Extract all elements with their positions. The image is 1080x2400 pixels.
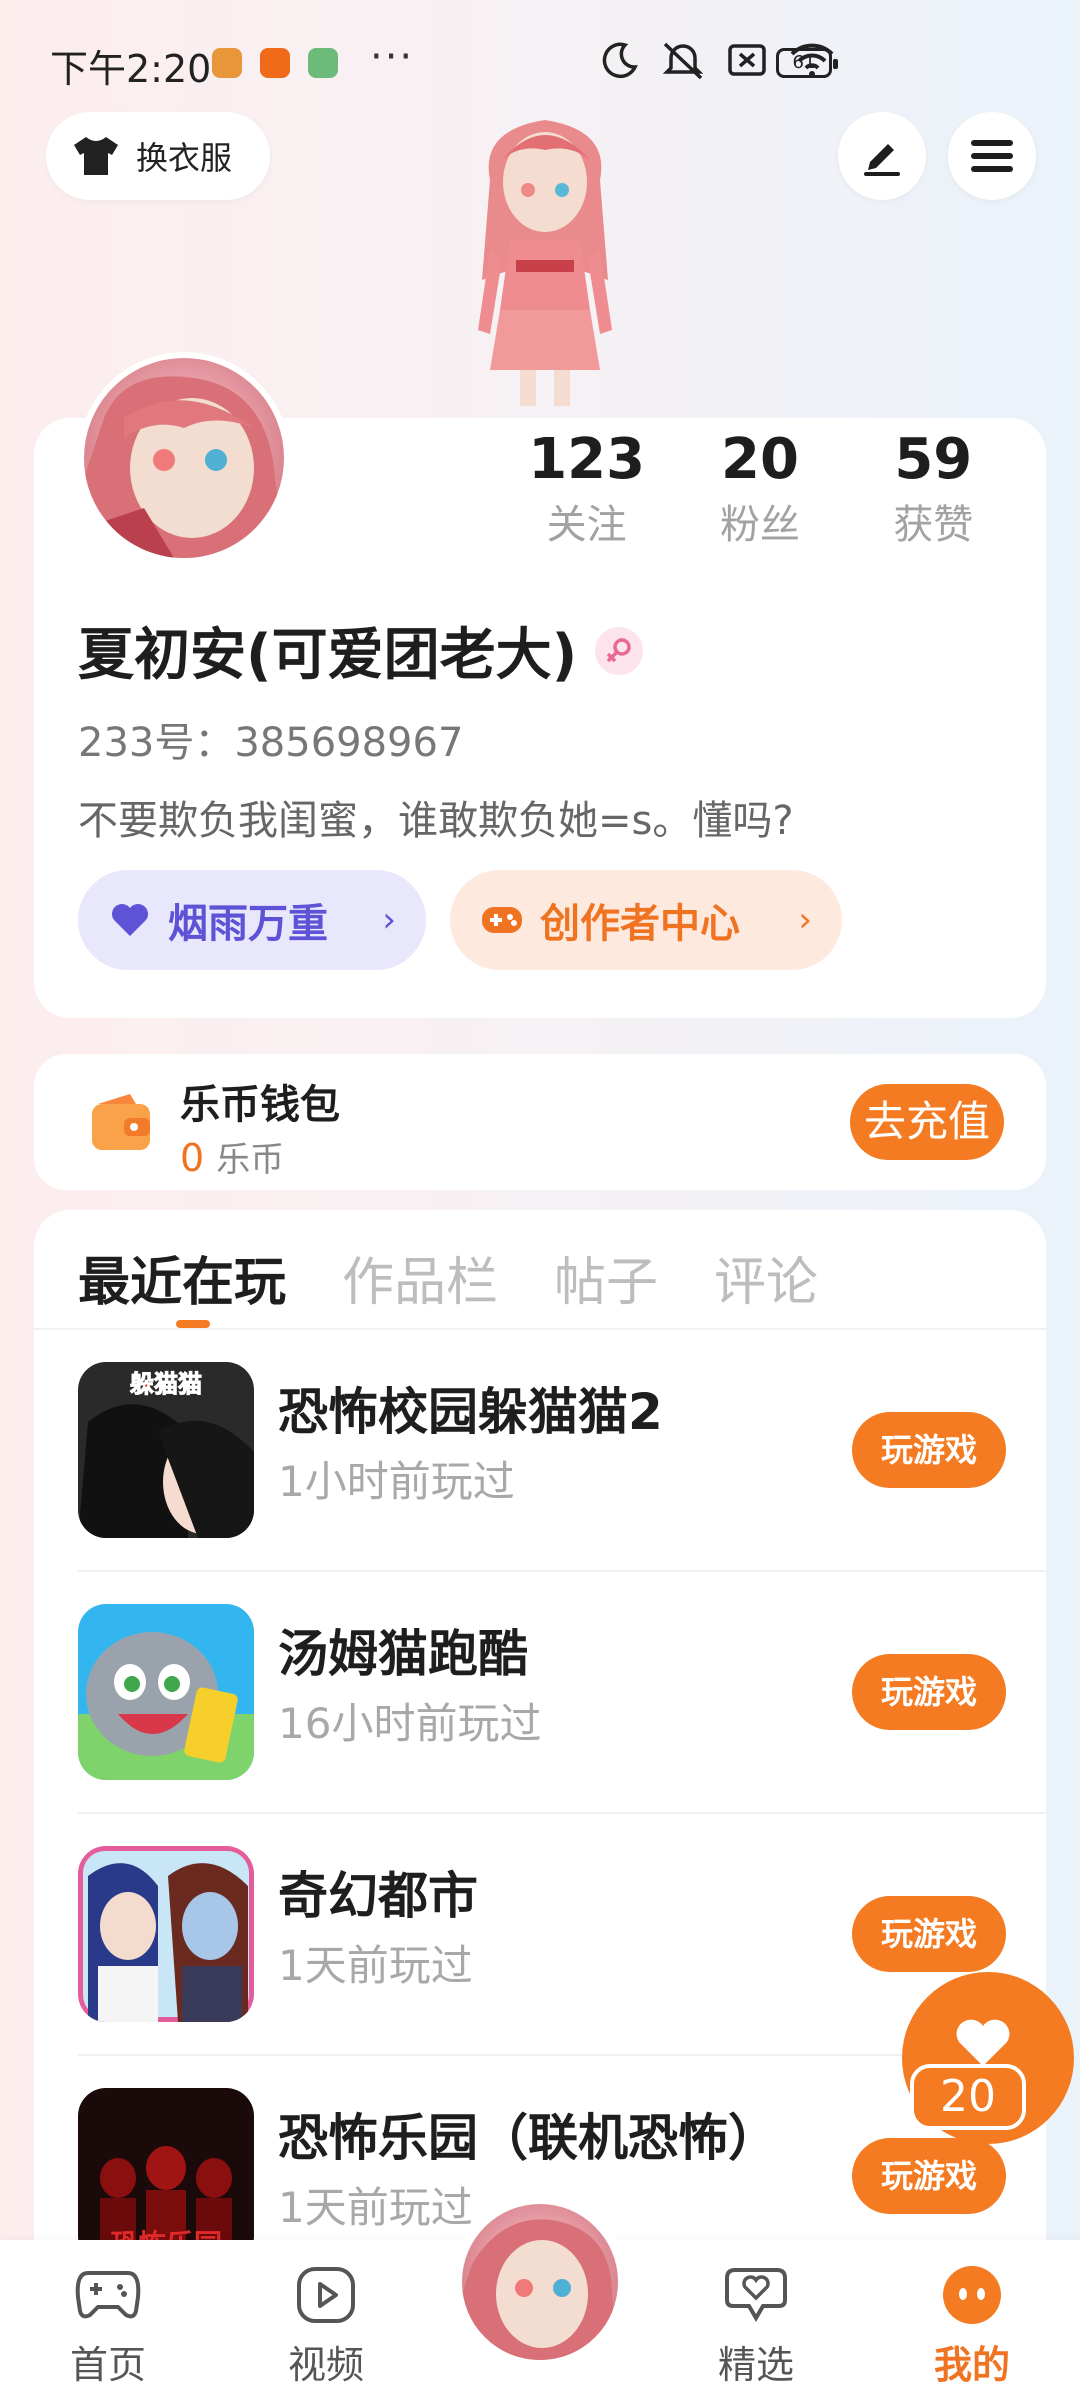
- likes-count: 59: [894, 427, 973, 492]
- likes-stat[interactable]: 59 获赞: [847, 420, 1020, 560]
- change-outfit-button[interactable]: 换衣服: [46, 112, 270, 200]
- game-thumbnail: 恐怖乐园: [78, 2088, 254, 2264]
- menu-button[interactable]: [948, 112, 1036, 200]
- game-name: 恐怖校园躲猫猫2: [278, 1383, 663, 1441]
- likes-label: 获赞: [893, 502, 974, 548]
- pen-icon: [864, 144, 900, 176]
- nav-video-label: 视频: [287, 2343, 364, 2387]
- like-count: 20: [910, 2064, 1026, 2130]
- nav-center-avatar: [462, 2204, 618, 2360]
- tab-posts[interactable]: 帖子: [554, 1240, 658, 1315]
- nav-item-video[interactable]: 视频: [256, 2262, 396, 2389]
- edit-profile-button[interactable]: [838, 112, 926, 200]
- following-stat[interactable]: 123 关注: [500, 420, 673, 560]
- play-icon: [290, 2262, 362, 2328]
- nav-item-featured[interactable]: 精选: [686, 2262, 826, 2389]
- tab-comments[interactable]: 评论: [714, 1240, 818, 1315]
- nav-item-home[interactable]: 首页: [38, 2262, 178, 2389]
- nav-mine-label: 我的: [933, 2343, 1010, 2387]
- family-group-button[interactable]: 烟雨万重 ›: [78, 870, 426, 970]
- nav-featured-label: 精选: [717, 2343, 794, 2387]
- play-game-button[interactable]: 玩游戏: [852, 2138, 1006, 2214]
- avatar-face: [84, 376, 284, 558]
- game-thumbnail: [78, 1846, 254, 2022]
- recharge-button[interactable]: 去充值: [850, 1084, 1004, 1160]
- tab-recently-played[interactable]: 最近在玩: [78, 1240, 286, 1315]
- game-thumbnail: 躲猫猫: [78, 1362, 254, 1538]
- app-notification-icon: [212, 48, 242, 78]
- heart-chat-icon: [720, 2262, 792, 2328]
- user-bio: 不要欺负我闺蜜，谁敢欺负她=s。懂吗?: [78, 798, 794, 844]
- game-last-played: 1天前玩过: [278, 1941, 473, 1990]
- wallet-card[interactable]: 乐币钱包 0 乐币 去充值: [34, 1054, 1046, 1190]
- profile-tabs: 最近在玩 作品栏 帖子 评论: [78, 1240, 818, 1315]
- game-name: 汤姆猫跑酷: [278, 1625, 528, 1683]
- content-card: 最近在玩 作品栏 帖子 评论 躲猫猫 恐怖校园躲猫猫2 1小时前玩过 玩游戏 汤…: [34, 1210, 1046, 2264]
- notification-icons: [212, 48, 338, 78]
- game-list-item[interactable]: 汤姆猫跑酷 16小时前玩过 玩游戏: [78, 1572, 1046, 1814]
- family-group-label: 烟雨万重: [168, 901, 328, 947]
- game-list-item[interactable]: 躲猫猫 恐怖校园躲猫猫2 1小时前玩过 玩游戏: [78, 1330, 1046, 1572]
- nav-item-mine[interactable]: 我的: [902, 2262, 1042, 2389]
- game-last-played: 1小时前玩过: [278, 1457, 515, 1506]
- nav-center-avatar-button[interactable]: [452, 2194, 628, 2370]
- game-thumbnail: [78, 1604, 254, 1780]
- nickname-row: 夏初安(可爱团老大): [78, 610, 644, 691]
- chevron-right-icon: ›: [798, 900, 812, 940]
- more-notifications-icon: ···: [370, 34, 415, 80]
- change-outfit-label: 换衣服: [136, 139, 233, 177]
- shirt-icon: [74, 137, 118, 175]
- heart-icon: [956, 2019, 1010, 2066]
- play-game-button[interactable]: 玩游戏: [852, 1654, 1006, 1730]
- status-bar: 下午2:20 ··· 61: [0, 0, 1080, 120]
- active-tab-indicator: [176, 1320, 210, 1328]
- wallet-unit: 乐币: [216, 1140, 285, 1180]
- creator-center-button[interactable]: 创作者中心 ›: [450, 870, 842, 970]
- avatar-character-figure[interactable]: [450, 110, 640, 420]
- followers-stat[interactable]: 20 粉丝: [673, 420, 846, 560]
- wallet-title: 乐币钱包: [180, 1082, 340, 1128]
- game-last-played: 16小时前玩过: [278, 1699, 542, 1748]
- game-thumbnail-text: 躲猫猫: [130, 1370, 202, 1398]
- wallet-balance: 0 乐币: [180, 1132, 284, 1181]
- face-icon: [936, 2262, 1008, 2328]
- following-count: 123: [528, 427, 646, 492]
- female-gender-icon: [595, 626, 644, 675]
- play-game-button[interactable]: 玩游戏: [852, 1412, 1006, 1488]
- nav-home-label: 首页: [69, 2343, 146, 2387]
- profile-stats: 123 关注 20 粉丝 59 获赞: [500, 420, 1020, 560]
- menu-icon: [971, 140, 1013, 172]
- game-list-item[interactable]: 奇幻都市 1天前玩过 玩游戏: [78, 1814, 1046, 2056]
- game-last-played: 1天前玩过: [278, 2183, 473, 2232]
- play-game-button[interactable]: 玩游戏: [852, 1896, 1006, 1972]
- mi-app-icon: [260, 48, 290, 78]
- followers-count: 20: [721, 427, 799, 492]
- moon-icon: [602, 42, 638, 79]
- bot-app-icon: [308, 48, 338, 78]
- followers-label: 粉丝: [719, 502, 800, 548]
- floating-like-button[interactable]: 20: [902, 1972, 1076, 2144]
- chevron-right-icon: ›: [382, 900, 396, 940]
- nickname: 夏初安(可爱团老大): [78, 623, 578, 688]
- no-sim-icon: [728, 44, 766, 76]
- mute-icon: [662, 42, 704, 80]
- game-name: 恐怖乐园（联机恐怖）: [278, 2109, 778, 2167]
- creator-center-label: 创作者中心: [540, 901, 740, 947]
- status-time: 下午2:20: [50, 47, 212, 91]
- profile-avatar[interactable]: [78, 352, 290, 564]
- battery-icon: 61: [776, 48, 838, 78]
- gamepad-icon: [482, 907, 522, 933]
- game-name: 奇幻都市: [278, 1867, 478, 1925]
- gamepad-icon: [72, 2262, 144, 2328]
- tab-works[interactable]: 作品栏: [342, 1240, 498, 1315]
- user-id: 233号：385698967: [78, 720, 464, 766]
- wallet-icon: [92, 1094, 150, 1150]
- wallet-amount: 0: [180, 1136, 205, 1180]
- following-label: 关注: [546, 502, 627, 548]
- heart-icon: [112, 904, 148, 936]
